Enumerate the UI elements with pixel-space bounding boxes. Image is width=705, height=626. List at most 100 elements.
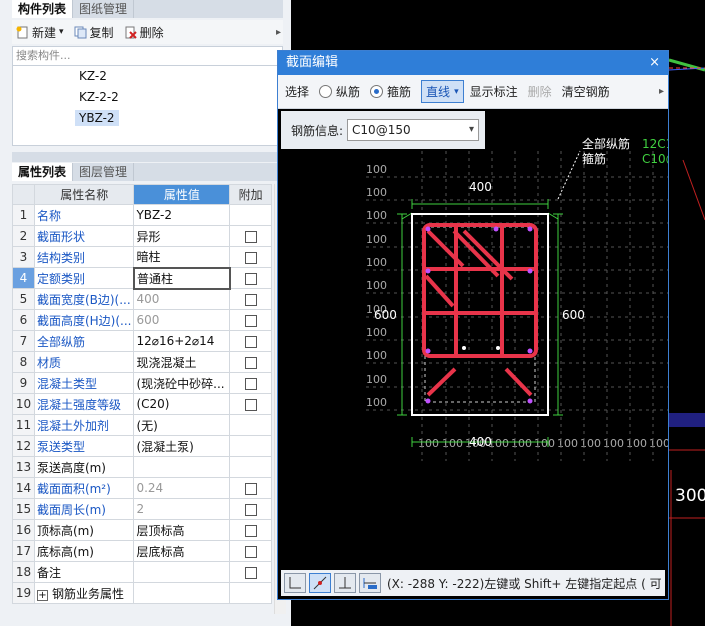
extra-checkbox[interactable] [244, 251, 257, 264]
property-value[interactable]: 异形 [133, 225, 231, 247]
property-value[interactable]: (无) [133, 414, 231, 436]
table-row[interactable]: 16 顶标高(m) 层顶标高 [12, 519, 272, 541]
property-value[interactable]: (C20) [133, 393, 231, 415]
property-name-text: 钢筋业务属性 [51, 586, 124, 601]
property-value[interactable]: 普通柱 [132, 266, 231, 290]
row-index: 14 [12, 477, 35, 499]
property-value[interactable]: (现浇砼中砂碎... [133, 372, 231, 394]
tab-drawing-management[interactable]: 图纸管理 [73, 0, 135, 18]
dialog-statusbar: (X: -288 Y: -222)左键或 Shift+ 左键指定起点 ( 可 [281, 570, 665, 596]
list-item-kz-2-2[interactable]: KZ-2-2 [75, 89, 123, 105]
grid-label: 100 [534, 437, 555, 450]
perpendicular-toggle[interactable] [334, 573, 356, 593]
row-index: 19 [12, 582, 35, 604]
property-name: 结构类别 [33, 246, 135, 268]
property-value[interactable]: 0.24 [133, 477, 231, 499]
table-row[interactable]: 17 底标高(m) 层底标高 [12, 540, 272, 562]
extra-cell [229, 246, 272, 268]
search-input[interactable]: 搜索构件... [12, 46, 283, 66]
ortho-toggle[interactable] [284, 573, 306, 593]
table-row[interactable]: 4 定额类别 普通柱 [12, 266, 272, 290]
height-dim-left: 600 [374, 308, 397, 322]
property-name: 名称 [33, 204, 135, 226]
table-row[interactable]: 1 名称 YBZ-2 [12, 204, 272, 226]
list-item-ybz-2[interactable]: YBZ-2 [75, 110, 119, 126]
extra-checkbox[interactable] [244, 314, 257, 327]
extra-checkbox[interactable] [244, 293, 257, 306]
extra-checkbox[interactable] [244, 335, 257, 348]
table-row[interactable]: 15 截面周长(m) 2 [12, 498, 272, 520]
extra-checkbox[interactable] [244, 398, 257, 411]
extra-cell [229, 582, 272, 604]
grid-label: 100 [366, 163, 387, 176]
new-button[interactable]: 新建 ▾ [16, 24, 64, 41]
extra-checkbox[interactable] [244, 272, 257, 285]
property-table: 属性名称 属性值 附加 1 名称 YBZ-2 2 截面形状 异形 3 结构类别 暗柱 4 定额类别普… [12, 184, 272, 604]
property-value[interactable]: 暗柱 [133, 246, 231, 268]
extra-cell [229, 393, 272, 415]
rebar-info-panel: 钢筋信息: C10@150 [281, 111, 485, 149]
property-value[interactable]: 层底标高 [133, 540, 231, 562]
table-row[interactable]: 3 结构类别 暗柱 [12, 246, 272, 268]
extra-checkbox[interactable] [244, 377, 257, 390]
list-item-kz-2[interactable]: KZ-2 [75, 68, 111, 84]
rebar-info-select[interactable]: C10@150 [347, 119, 480, 141]
table-row[interactable]: 7 全部纵筋 12⌀16+2⌀14 [12, 330, 272, 352]
extra-checkbox[interactable] [244, 482, 257, 495]
table-row[interactable]: 18 备注 [12, 561, 272, 583]
dimension-toggle[interactable] [359, 573, 381, 593]
table-row[interactable]: 13 泵送高度(m) [12, 456, 272, 478]
property-value[interactable] [133, 561, 231, 583]
extra-checkbox[interactable] [244, 524, 257, 537]
component-list: KZ-2 KZ-2-2 YBZ-2 [12, 66, 283, 146]
table-row[interactable]: 12 泵送类型 (混凝土泵) [12, 435, 272, 457]
row-index: 8 [12, 351, 35, 373]
splitter[interactable] [12, 152, 283, 162]
header-index [12, 184, 35, 205]
property-value[interactable] [133, 582, 231, 604]
delete-button[interactable]: 删除 [124, 24, 164, 41]
property-value[interactable]: 400 [133, 288, 231, 310]
property-name: 底标高(m) [33, 540, 135, 562]
tab-component-list[interactable]: 构件列表 [12, 0, 74, 18]
toolbar-more-icon[interactable]: ▸ [276, 27, 281, 38]
property-value[interactable]: YBZ-2 [133, 204, 231, 226]
property-value[interactable]: 2 [133, 498, 231, 520]
table-row[interactable]: 14 截面面积(m²) 0.24 [12, 477, 272, 499]
copy-button[interactable]: 复制 [74, 24, 114, 41]
table-row[interactable]: 6 截面高度(H边)(... 600 [12, 309, 272, 331]
extra-cell [229, 351, 272, 373]
property-value[interactable]: 现浇混凝土 [133, 351, 231, 373]
component-tabs: 构件列表 图纸管理 [12, 0, 283, 18]
table-row[interactable]: 8 材质 现浇混凝土 [12, 351, 272, 373]
table-row[interactable]: 5 截面宽度(B边)(... 400 [12, 288, 272, 310]
chevron-down-icon[interactable]: ▾ [59, 27, 64, 37]
grid-label: 100 [557, 437, 578, 450]
property-value[interactable]: (混凝土泵) [133, 435, 231, 457]
copy-label: 复制 [89, 25, 114, 40]
extra-cell [229, 309, 272, 331]
table-row[interactable]: 11 混凝土外加剂 (无) [12, 414, 272, 436]
table-row[interactable]: 2 截面形状 异形 [12, 225, 272, 247]
property-value[interactable]: 层顶标高 [133, 519, 231, 541]
property-name: 定额类别 [33, 267, 135, 289]
extra-cell [229, 540, 272, 562]
extra-checkbox[interactable] [244, 503, 257, 516]
tab-property-list[interactable]: 属性列表 [12, 163, 74, 181]
property-value[interactable]: 12⌀16+2⌀14 [133, 330, 231, 352]
table-row[interactable]: 9 混凝土类型 (现浇砼中砂碎... [12, 372, 272, 394]
row-index: 16 [12, 519, 35, 541]
expand-icon[interactable]: + [36, 589, 48, 601]
property-value[interactable] [133, 456, 231, 478]
tab-layer-management[interactable]: 图层管理 [73, 163, 135, 181]
table-row[interactable]: 19 + 钢筋业务属性 [12, 582, 272, 604]
snap-toggle[interactable] [309, 573, 331, 593]
extra-cell [229, 519, 272, 541]
table-row[interactable]: 10 混凝土强度等级 (C20) [12, 393, 272, 415]
property-value[interactable]: 600 [133, 309, 231, 331]
extra-checkbox[interactable] [244, 356, 257, 369]
extra-checkbox[interactable] [244, 545, 257, 558]
grid-label: 100 [649, 437, 668, 450]
extra-checkbox[interactable] [244, 230, 257, 243]
extra-checkbox[interactable] [244, 566, 257, 579]
